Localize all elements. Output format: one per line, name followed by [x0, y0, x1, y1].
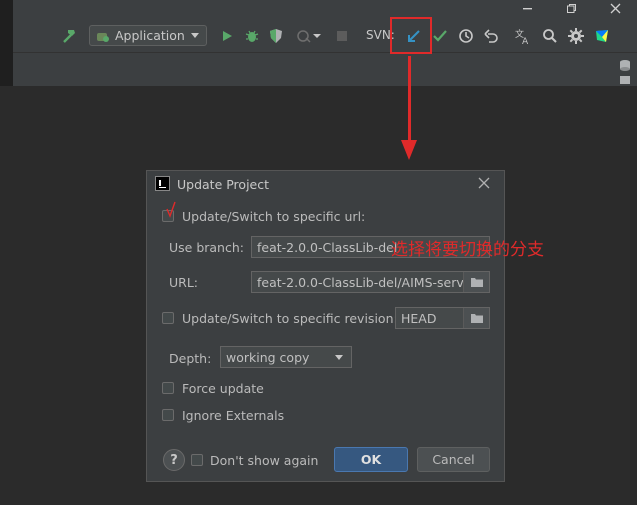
history-button[interactable] — [456, 26, 476, 46]
url-value: feat-2.0.0-ClassLib-del/AIMS-server — [257, 274, 477, 290]
window-controls — [505, 0, 637, 16]
force-update-label: Force update — [182, 381, 264, 396]
database-tool-gutter[interactable] — [613, 56, 637, 86]
minimize-button[interactable] — [505, 0, 549, 16]
main-toolbar: Application SVN: 文 A — [13, 20, 637, 52]
help-label: ? — [170, 452, 178, 468]
profile-button[interactable] — [293, 26, 325, 46]
run-button[interactable] — [218, 26, 236, 46]
play-icon — [223, 31, 232, 41]
svg-text:A: A — [522, 37, 529, 45]
dont-show-again-label: Don't show again — [210, 453, 319, 468]
use-branch-label: Use branch: — [169, 240, 244, 255]
build-button[interactable] — [59, 26, 79, 46]
branch-annotation-text: 选择将要切换的分支 — [391, 240, 544, 260]
run-configuration-select[interactable]: Application — [89, 25, 207, 46]
chevron-down-icon — [313, 34, 321, 38]
debug-button[interactable] — [243, 26, 261, 46]
translate-icon: 文A — [515, 28, 529, 45]
revision-browse-button[interactable] — [463, 308, 489, 328]
gear-icon — [568, 28, 584, 44]
rollback-button[interactable] — [481, 26, 501, 46]
cancel-button[interactable]: Cancel — [417, 447, 490, 472]
depth-label: Depth: — [169, 351, 212, 366]
revision-field[interactable]: HEAD — [395, 307, 490, 329]
ok-label: OK — [360, 452, 382, 467]
hammer-icon — [63, 30, 75, 43]
search-button[interactable] — [540, 26, 560, 46]
settings-button[interactable] — [566, 26, 586, 46]
url-browse-button[interactable] — [463, 272, 489, 292]
dialog-title-bar: Update Project — [147, 171, 504, 199]
bug-icon — [245, 30, 259, 42]
stop-button[interactable] — [333, 26, 351, 46]
application-config-icon — [97, 32, 109, 42]
cancel-label: Cancel — [432, 452, 475, 467]
switch-url-label: Update/Switch to specific url: — [182, 209, 366, 224]
clock-icon — [459, 29, 473, 43]
revision-value: HEAD — [401, 310, 437, 326]
ignore-externals-checkbox[interactable] — [162, 409, 174, 421]
database-icon — [620, 60, 630, 84]
profiler-icon — [297, 30, 311, 43]
close-icon — [478, 177, 490, 189]
annotation-arrow-head — [401, 140, 417, 160]
ide-left-edge — [0, 0, 13, 86]
url-field[interactable]: feat-2.0.0-ClassLib-del/AIMS-server — [251, 271, 490, 293]
update-project-dialog: Update Project Update/Switch to specific… — [146, 170, 505, 482]
url-label: URL: — [169, 275, 199, 290]
coverage-button[interactable] — [267, 26, 285, 46]
chevron-down-icon — [191, 33, 199, 38]
dialog-title: Update Project — [177, 177, 270, 192]
toolbox-button[interactable] — [592, 26, 612, 46]
undo-icon — [484, 29, 498, 43]
chevron-down-icon — [335, 355, 343, 360]
use-branch-value: feat-2.0.0-ClassLib-del — [257, 239, 398, 255]
translate-button[interactable]: 文A — [513, 26, 533, 46]
ide-window: Application SVN: 文 A — [13, 0, 637, 86]
minimize-icon — [522, 7, 532, 9]
folder-icon — [470, 278, 483, 287]
force-update-checkbox[interactable] — [162, 382, 174, 394]
red-checkmark-annotation — [166, 201, 176, 218]
annotation-arrow-shaft — [408, 56, 411, 144]
toolbox-icon — [596, 30, 608, 42]
dont-show-again-checkbox[interactable] — [191, 454, 203, 466]
checkmark-icon — [433, 30, 447, 42]
folder-icon — [470, 314, 483, 323]
switch-revision-checkbox[interactable] — [162, 312, 174, 324]
stop-icon — [337, 31, 347, 41]
ignore-externals-label: Ignore Externals — [182, 408, 285, 423]
depth-value: working copy — [226, 349, 310, 365]
svn-commit-button[interactable] — [430, 26, 450, 46]
shield-icon — [270, 29, 282, 43]
switch-revision-label: Update/Switch to specific revision: — [182, 311, 398, 326]
run-config-label: Application — [115, 28, 185, 43]
search-icon — [543, 29, 557, 43]
close-icon — [610, 3, 620, 13]
dialog-close-button[interactable] — [478, 177, 490, 193]
help-button[interactable]: ? — [163, 449, 185, 471]
depth-select[interactable]: working copy — [220, 346, 352, 368]
restore-icon — [566, 3, 576, 13]
ide-secondary-bar — [13, 52, 637, 75]
svn-update-highlight-box — [390, 17, 432, 54]
restore-button[interactable] — [549, 0, 593, 16]
intellij-icon — [155, 176, 170, 191]
ok-button[interactable]: OK — [334, 447, 408, 472]
close-window-button[interactable] — [593, 0, 637, 16]
